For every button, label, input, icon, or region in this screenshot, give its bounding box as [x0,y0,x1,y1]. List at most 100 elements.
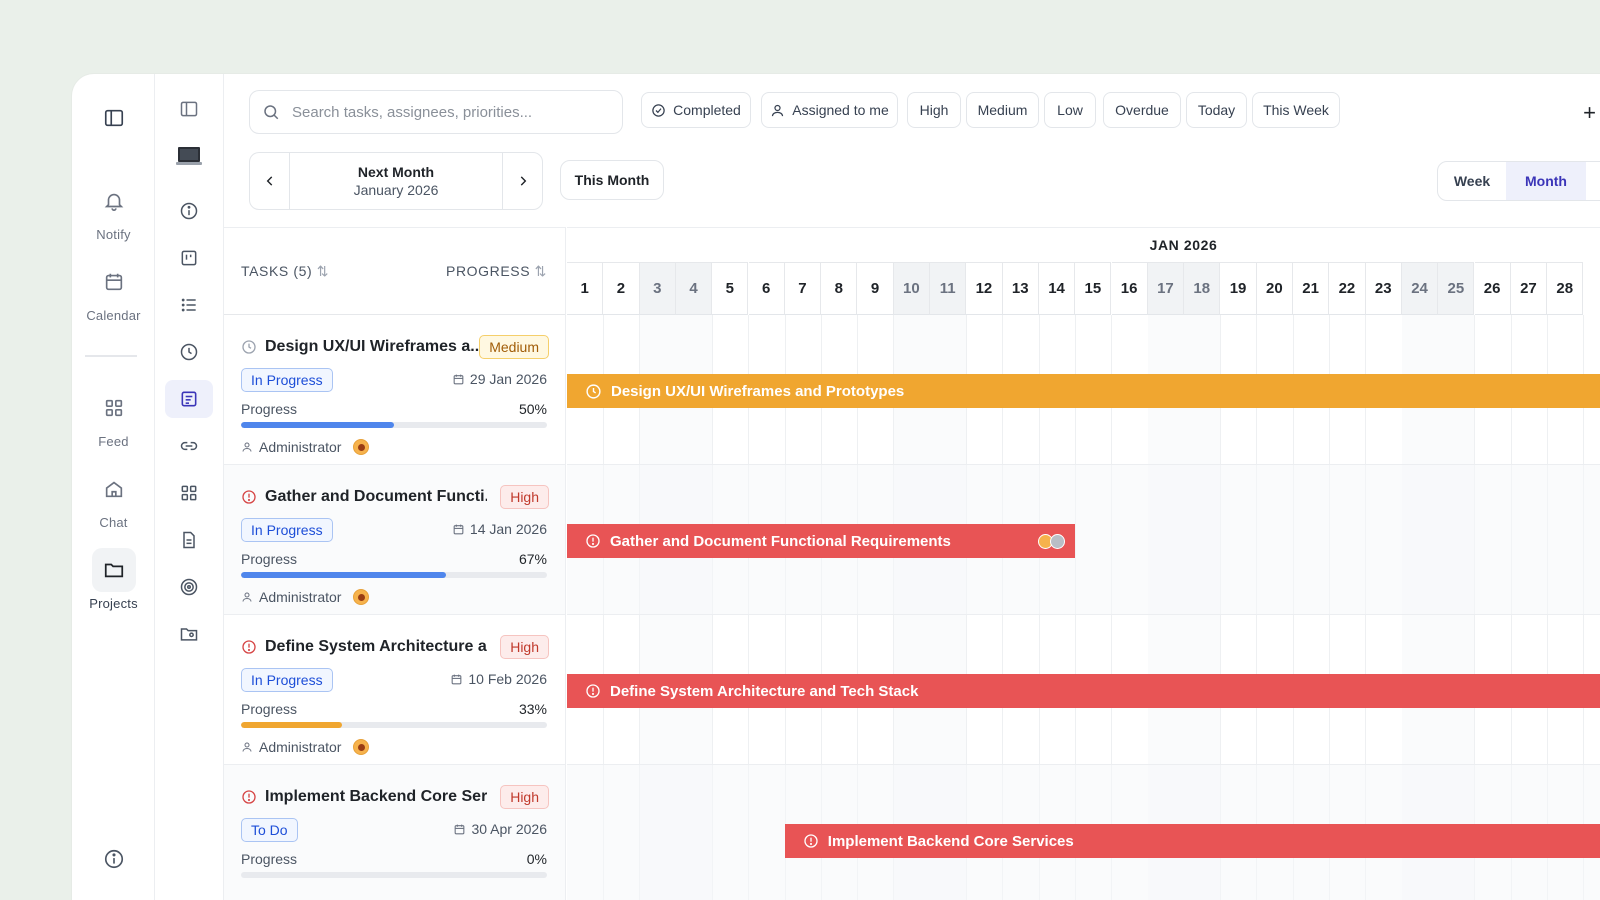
gantt-day-header: 1 [567,262,604,315]
rail-item-notify[interactable]: Notify [72,179,155,242]
view-month-button[interactable]: Month [1506,162,1586,200]
apps-button[interactable] [165,474,213,512]
tasks-column-header[interactable]: TASKS (5) ⇅ [241,263,329,280]
primary-rail: Notify Calendar Feed Chat Projects [72,74,155,900]
status-badge[interactable]: In Progress [241,668,333,692]
filter-label: Low [1057,102,1083,118]
clock-icon [180,343,198,361]
alert-circle-icon [241,489,257,505]
next-period-button[interactable] [502,153,542,209]
gantt-day-header: 15 [1075,262,1112,315]
panel-icon [180,101,198,117]
progress-fill [241,722,342,728]
folder-icon [91,548,136,592]
gantt-button[interactable] [165,380,213,418]
progress-bar [241,572,547,578]
rail-info[interactable] [72,837,155,881]
priority-badge: Medium [479,335,549,359]
rail-item-calendar[interactable]: Calendar [72,260,155,323]
assignee[interactable]: Administrator [241,439,370,455]
status-badge[interactable]: In Progress [241,518,333,542]
assignee[interactable]: Administrator [241,739,370,755]
prev-period-button[interactable] [250,153,290,209]
task-row[interactable]: Implement Backend Core Ser... High To Do 30… [224,765,565,900]
task-name[interactable]: Gather and Document Functi... [265,488,487,506]
goals-button[interactable] [165,568,213,606]
status-badge[interactable]: To Do [241,818,298,842]
task-list: TASKS (5) ⇅ PROGRESS ⇅ Design UX/UI Wire… [224,227,566,900]
task-row[interactable]: Define System Architecture a... High In Pr… [224,615,565,765]
links-button[interactable] [165,427,213,465]
gantt-bar[interactable]: Define System Architecture and Tech Stac… [567,674,1600,708]
filter-completed[interactable]: Completed [641,92,751,128]
calendar-icon [452,523,465,536]
task-row[interactable]: Gather and Document Functi... High In Prog… [224,465,565,615]
rail-item-projects[interactable]: Projects [72,548,155,611]
docs-button[interactable] [165,521,213,559]
assignee[interactable]: Administrator [241,589,370,605]
filter-this-week[interactable]: This Week [1252,92,1340,128]
search-input[interactable]: Search tasks, assignees, priorities... [249,90,623,134]
task-name[interactable]: Design UX/UI Wireframes a... [265,338,479,356]
gantt-day-header: 19 [1220,262,1257,315]
shared-folder-button[interactable] [165,615,213,653]
task-title-row: Gather and Document Functi... High [241,485,549,509]
gantt-bar[interactable]: Implement Backend Core Services [784,824,1600,858]
filter-today[interactable]: Today [1186,92,1247,128]
filter-low[interactable]: Low [1044,92,1096,128]
gantt-day-header: 13 [1002,262,1039,315]
info-button[interactable] [165,192,213,230]
filter-overdue[interactable]: Overdue [1103,92,1181,128]
due-date: 14 Jan 2026 [452,521,547,537]
filter-label: Overdue [1115,102,1169,118]
chevron-left-icon [266,176,272,186]
filter-label: Medium [977,102,1028,118]
gantt-day-header: 9 [857,262,894,315]
progress-label: Progress [241,851,298,867]
status-badge[interactable]: In Progress [241,368,333,392]
rail-sidebar-toggle[interactable] [72,96,155,140]
gantt-day-header: 23 [1365,262,1402,315]
filter-assigned-to-me[interactable]: Assigned to me [761,92,898,128]
gantt-day-header: 17 [1147,262,1185,315]
due-date: 30 Apr 2026 [453,821,547,837]
add-task-button[interactable]: + [1583,100,1596,126]
progress-value: 0% [526,851,547,867]
gantt-day-header: 2 [603,262,640,315]
board-button[interactable] [165,239,213,277]
gantt-day-header: 14 [1038,262,1076,315]
progress-bar [241,872,547,878]
progress-column-header[interactable]: PROGRESS ⇅ [446,263,547,280]
gantt-chart: JAN 2026 1 2 3 4 5 6 7 8 9 10 11 12 13 14 15 16 17 18 19 20… [567,227,1600,900]
period-title: Next Month [357,164,435,180]
calendar-icon [92,260,136,304]
filter-high[interactable]: High [907,92,961,128]
view-toggle: Week Month [1437,161,1600,201]
filter-medium[interactable]: Medium [966,92,1039,128]
list-button[interactable] [165,286,213,324]
this-month-button[interactable]: This Month [560,160,664,200]
gantt-day-header: 26 [1474,262,1511,315]
panel-toggle-button[interactable] [165,90,213,128]
user-icon [241,591,253,603]
priority-badge: High [500,785,549,809]
task-name[interactable]: Define System Architecture a... [265,638,487,656]
rail-item-chat[interactable]: Chat [72,467,155,530]
priority-badge: High [500,485,549,509]
gantt-day-header: 22 [1329,262,1366,315]
sort-icon: ⇅ [534,262,547,279]
gantt-bar[interactable]: Gather and Document Functional Requireme… [567,524,1076,558]
task-row[interactable]: Design UX/UI Wireframes a... Medium In Pro… [224,315,565,465]
timeline-button[interactable] [165,333,213,371]
rail-item-feed[interactable]: Feed [72,386,155,449]
gantt-day-header: 7 [784,262,822,315]
priority-badge: High [500,635,549,659]
gantt-bar[interactable]: Design UX/UI Wireframes and Prototypes [567,374,1600,408]
due-date-text: 29 Jan 2026 [469,371,547,387]
task-title-row: Define System Architecture a... High [241,635,549,659]
view-week-button[interactable]: Week [1438,162,1506,200]
project-avatar[interactable] [165,137,213,175]
task-name[interactable]: Implement Backend Core Ser... [265,788,487,806]
gantt-icon [181,391,197,407]
rail-item-label: Calendar [86,308,141,323]
